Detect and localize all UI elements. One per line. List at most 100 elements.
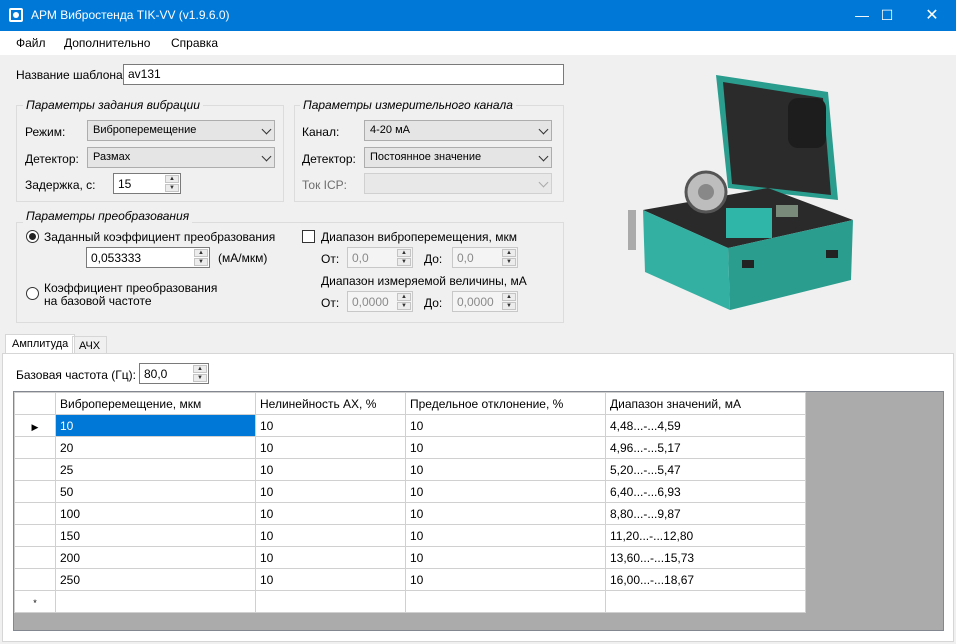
radio-base-frequency[interactable] <box>26 287 39 300</box>
title-bar: АРМ Вибростенда TIK-VV (v1.9.6.0) — ☐ ✕ <box>0 0 956 31</box>
table-row[interactable]: 50 10 10 6,40...-...6,93 <box>14 480 806 503</box>
base-frequency-label: Базовая частота (Гц): <box>16 368 136 382</box>
spin-up-icon[interactable]: ▲ <box>194 249 208 257</box>
cell-nonlinearity[interactable]: 10 <box>255 502 406 525</box>
cell-nonlinearity[interactable] <box>255 590 406 613</box>
meas-to-stepper[interactable]: 0,0000 ▲ ▼ <box>452 291 518 312</box>
cell-nonlinearity[interactable]: 10 <box>255 414 406 437</box>
cell-range[interactable]: 16,00...-...18,67 <box>605 568 806 591</box>
row-header[interactable] <box>14 568 56 591</box>
delay-stepper[interactable]: 15 ▲ ▼ <box>113 173 181 194</box>
column-header-deviation[interactable]: Предельное отклонение, % <box>405 392 606 415</box>
meas-from-stepper[interactable]: 0,0000 ▲ ▼ <box>347 291 413 312</box>
cell-range[interactable]: 4,96...-...5,17 <box>605 436 806 459</box>
cell-deviation[interactable] <box>405 590 606 613</box>
tab-amplitude-label: Амплитуда <box>12 338 69 350</box>
cell-nonlinearity[interactable]: 10 <box>255 480 406 503</box>
template-name-input[interactable]: av131 <box>123 64 564 85</box>
grid-corner[interactable] <box>14 392 56 415</box>
maximize-button[interactable]: ☐ <box>864 0 910 31</box>
menu-bar: Файл Дополнительно Справка <box>0 31 956 55</box>
chevron-down-icon <box>538 177 549 188</box>
cell-range[interactable]: 5,20...-...5,47 <box>605 458 806 481</box>
base-frequency-value: 80,0 <box>144 367 168 381</box>
menu-additional[interactable]: Дополнительно <box>64 36 150 50</box>
cell-range[interactable]: 4,48...-...4,59 <box>605 414 806 437</box>
column-header-nonlinearity[interactable]: Нелинейность АХ, % <box>255 392 406 415</box>
cell-displacement[interactable]: 150 <box>55 524 256 547</box>
cell-nonlinearity[interactable]: 10 <box>255 458 406 481</box>
table-row[interactable]: 200 10 10 13,60...-...15,73 <box>14 546 806 569</box>
table-row[interactable]: ▶ 10 10 10 4,48...-...4,59 <box>14 414 806 437</box>
cell-displacement[interactable]: 25 <box>55 458 256 481</box>
cell-deviation[interactable]: 10 <box>405 458 606 481</box>
cell-deviation[interactable]: 10 <box>405 414 606 437</box>
detector-select[interactable]: Размах <box>87 147 275 168</box>
row-header[interactable] <box>14 458 56 481</box>
cell-range[interactable]: 13,60...-...15,73 <box>605 546 806 569</box>
row-header[interactable] <box>14 502 56 525</box>
cell-range[interactable]: 8,80...-...9,87 <box>605 502 806 525</box>
cell-displacement[interactable]: 250 <box>55 568 256 591</box>
row-header[interactable] <box>14 524 56 547</box>
tab-amplitude[interactable]: Амплитуда <box>5 334 76 354</box>
cell-deviation[interactable]: 10 <box>405 502 606 525</box>
spin-up-icon[interactable]: ▲ <box>193 365 207 373</box>
cell-nonlinearity[interactable]: 10 <box>255 524 406 547</box>
spin-up-icon[interactable]: ▲ <box>165 175 179 183</box>
disp-from-stepper[interactable]: 0,0 ▲ ▼ <box>347 247 413 268</box>
cell-nonlinearity[interactable]: 10 <box>255 436 406 459</box>
app-icon[interactable] <box>9 8 23 22</box>
table-row[interactable]: 250 10 10 16,00...-...18,67 <box>14 568 806 591</box>
cell-displacement[interactable]: 10 <box>55 414 256 437</box>
menu-file[interactable]: Файл <box>16 36 46 50</box>
spin-down-icon[interactable]: ▼ <box>193 374 207 382</box>
spin-down-icon[interactable]: ▼ <box>165 184 179 192</box>
disp-range-checkbox[interactable] <box>302 230 315 243</box>
new-row[interactable]: * <box>14 590 806 613</box>
cell-nonlinearity[interactable]: 10 <box>255 568 406 591</box>
row-header[interactable] <box>14 436 56 459</box>
meas-from-value: 0,0000 <box>352 295 389 309</box>
cell-deviation[interactable]: 10 <box>405 524 606 547</box>
row-header[interactable] <box>14 480 56 503</box>
icp-select[interactable] <box>364 173 552 194</box>
tab-frequency-response[interactable]: АЧХ <box>72 336 108 354</box>
cell-deviation[interactable]: 10 <box>405 546 606 569</box>
cell-displacement[interactable]: 100 <box>55 502 256 525</box>
column-header-displacement[interactable]: Виброперемещение, мкм <box>55 392 256 415</box>
cell-deviation[interactable]: 10 <box>405 568 606 591</box>
cell-deviation[interactable]: 10 <box>405 436 606 459</box>
cell-displacement[interactable]: 50 <box>55 480 256 503</box>
table-row[interactable]: 100 10 10 8,80...-...9,87 <box>14 502 806 525</box>
cell-displacement[interactable]: 20 <box>55 436 256 459</box>
close-button[interactable]: ✕ <box>909 0 955 31</box>
spin-down-icon[interactable]: ▼ <box>194 258 208 266</box>
disp-to-label: До: <box>424 252 443 266</box>
mode-select[interactable]: Виброперемещение <box>87 120 275 141</box>
radio-fixed-coefficient[interactable] <box>26 230 39 243</box>
row-header[interactable]: ▶ <box>14 414 56 437</box>
cell-range[interactable]: 6,40...-...6,93 <box>605 480 806 503</box>
new-row-icon: * <box>33 597 37 608</box>
cell-deviation[interactable]: 10 <box>405 480 606 503</box>
table-row[interactable]: 25 10 10 5,20...-...5,47 <box>14 458 806 481</box>
coefficient-stepper[interactable]: 0,053333 ▲ ▼ <box>86 247 210 268</box>
column-header-range[interactable]: Диапазон значений, мА <box>605 392 806 415</box>
base-frequency-stepper[interactable]: 80,0 ▲ ▼ <box>139 363 209 384</box>
cell-displacement[interactable] <box>55 590 256 613</box>
table-row[interactable]: 20 10 10 4,96...-...5,17 <box>14 436 806 459</box>
menu-help[interactable]: Справка <box>171 36 218 50</box>
cell-displacement[interactable]: 200 <box>55 546 256 569</box>
cell-range[interactable] <box>605 590 806 613</box>
cell-nonlinearity[interactable]: 10 <box>255 546 406 569</box>
channel-select[interactable]: 4-20 мА <box>364 120 552 141</box>
cell-range[interactable]: 11,20...-...12,80 <box>605 524 806 547</box>
row-header[interactable]: * <box>14 590 56 613</box>
channel-detector-select[interactable]: Постоянное значение <box>364 147 552 168</box>
table-row[interactable]: 150 10 10 11,20...-...12,80 <box>14 524 806 547</box>
tab-frequency-response-label: АЧХ <box>79 340 101 352</box>
disp-to-stepper[interactable]: 0,0 ▲ ▼ <box>452 247 518 268</box>
row-header[interactable] <box>14 546 56 569</box>
data-grid[interactable]: Виброперемещение, мкм Нелинейность АХ, %… <box>13 391 944 631</box>
